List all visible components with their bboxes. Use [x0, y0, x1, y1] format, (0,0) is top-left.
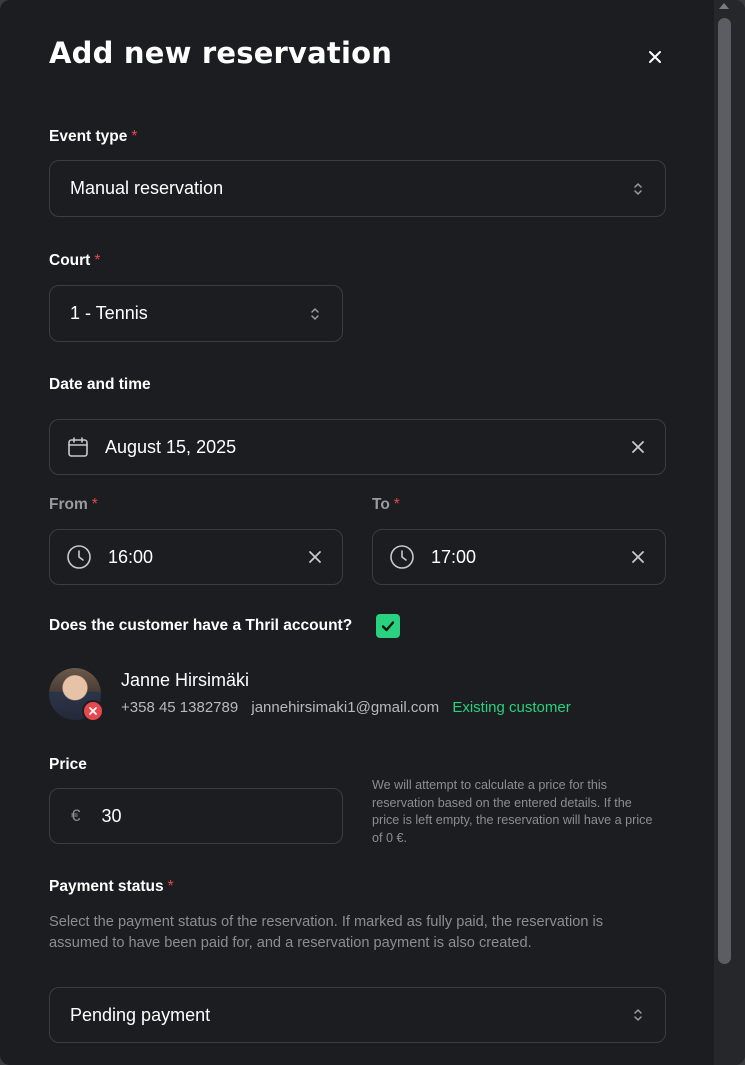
- currency-symbol: €: [71, 806, 81, 825]
- clear-from-icon[interactable]: [308, 550, 322, 564]
- account-question: Does the customer have a Thril account?: [49, 617, 353, 634]
- court-value: 1 - Tennis: [70, 303, 148, 323]
- modal-title: Add new reservation: [49, 36, 393, 70]
- clock-icon: [390, 545, 414, 569]
- date-time-label: Date and time: [49, 376, 151, 393]
- remove-icon: [89, 707, 97, 715]
- customer-phone: +358 45 1382789: [121, 699, 239, 716]
- chevron-updown-icon: [634, 182, 642, 195]
- to-time-field[interactable]: 17:00: [372, 529, 666, 585]
- payment-status-label: Payment status *: [49, 878, 174, 895]
- event-type-select[interactable]: Manual reservation: [49, 160, 666, 217]
- clear-to-icon[interactable]: [631, 550, 645, 564]
- close-icon: [649, 51, 661, 63]
- event-type-value: Manual reservation: [70, 178, 224, 198]
- from-label: From *: [49, 496, 98, 513]
- clock-icon: [67, 545, 91, 569]
- payment-status-select[interactable]: Pending payment: [49, 987, 666, 1043]
- customer-details: +358 45 1382789 jannehirsimaki1@gmail.co…: [121, 699, 571, 716]
- close-button[interactable]: [642, 44, 668, 70]
- price-input[interactable]: € 30: [49, 788, 343, 844]
- court-label: Court *: [49, 252, 101, 269]
- from-time-value: 16:00: [108, 546, 154, 567]
- price-help-text: We will attempt to calculate a price for…: [372, 778, 653, 845]
- date-value: August 15, 2025: [105, 436, 237, 457]
- from-time-field[interactable]: 16:00: [49, 529, 343, 585]
- price-value: 30: [101, 805, 122, 826]
- court-select[interactable]: 1 - Tennis: [49, 285, 343, 342]
- calendar-icon: [68, 437, 88, 457]
- to-label: To *: [372, 496, 400, 513]
- reservation-modal: Add new reservation Event type * Manual r…: [0, 0, 745, 1065]
- scrollbar-thumb[interactable]: [718, 18, 731, 964]
- payment-status-help: Select the payment status of the reserva…: [49, 914, 604, 951]
- date-picker-field[interactable]: August 15, 2025: [49, 419, 666, 475]
- chevron-updown-icon: [311, 307, 319, 320]
- scroll-up-arrow-icon[interactable]: [719, 3, 729, 9]
- customer-email: jannehirsimaki1@gmail.com: [251, 699, 440, 716]
- customer-status-badge: Existing customer: [452, 699, 571, 716]
- event-type-label: Event type *: [49, 128, 138, 145]
- account-checkbox[interactable]: [376, 614, 400, 638]
- check-icon: [381, 621, 395, 632]
- remove-customer-button[interactable]: [82, 700, 104, 722]
- clear-date-icon[interactable]: [631, 440, 645, 454]
- customer-name: Janne Hirsimäki: [121, 670, 250, 690]
- to-time-value: 17:00: [431, 546, 477, 567]
- payment-status-value: Pending payment: [70, 1004, 211, 1025]
- price-label: Price: [49, 756, 87, 773]
- chevron-updown-icon: [634, 1009, 642, 1021]
